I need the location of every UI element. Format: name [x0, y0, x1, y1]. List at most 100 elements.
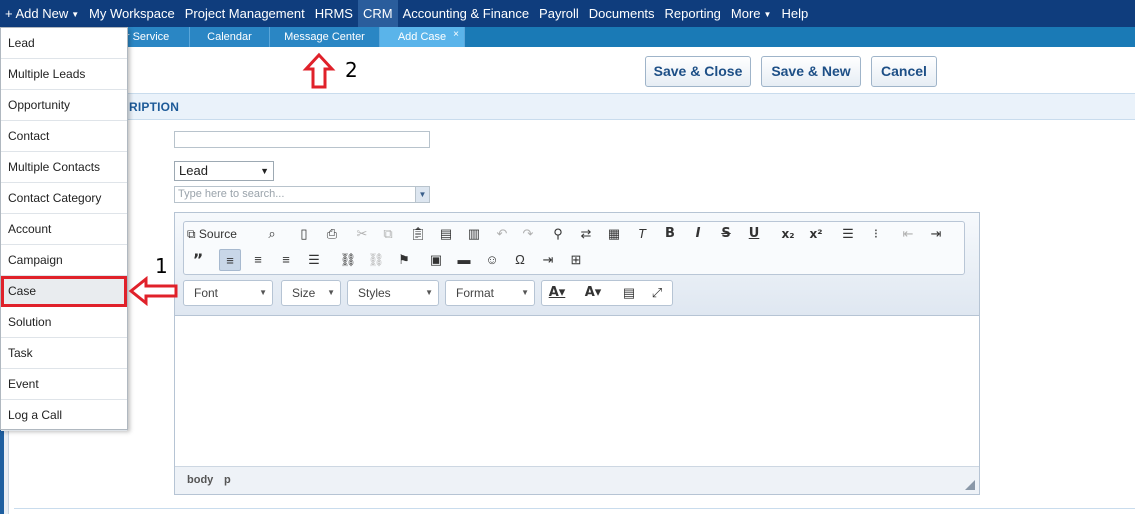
- nav-hrms[interactable]: HRMS: [310, 0, 358, 27]
- menu-item-campaign[interactable]: Campaign: [1, 245, 127, 276]
- related-type-select[interactable]: Lead ▼: [174, 161, 274, 181]
- table-icon[interactable]: ⊞: [565, 249, 587, 271]
- cancel-button[interactable]: Cancel: [871, 56, 937, 87]
- find-icon[interactable]: ⚲: [547, 223, 569, 245]
- underline-icon[interactable]: U: [743, 223, 765, 245]
- menu-item-opportunity[interactable]: Opportunity: [1, 90, 127, 121]
- nav-accounting-finance[interactable]: Accounting & Finance: [398, 0, 534, 27]
- divider: [14, 508, 1135, 509]
- menu-item-lead[interactable]: Lead: [1, 28, 127, 59]
- styles-select[interactable]: Styles ▼: [347, 280, 439, 306]
- nav-help[interactable]: Help: [776, 0, 813, 27]
- save-close-button[interactable]: Save & Close: [645, 56, 751, 87]
- align-left-icon[interactable]: ≡: [219, 249, 241, 271]
- italic-icon[interactable]: I: [687, 223, 709, 245]
- show-blocks-icon[interactable]: ▤: [618, 282, 640, 304]
- special-char-icon[interactable]: Ω: [509, 249, 531, 271]
- chevron-down-icon: ▼: [260, 166, 269, 176]
- nav-payroll[interactable]: Payroll: [534, 0, 584, 27]
- chevron-down-icon: ▼: [71, 10, 80, 20]
- remove-format-icon[interactable]: T: [631, 223, 653, 245]
- nav-my-workspace[interactable]: My Workspace: [84, 0, 180, 27]
- menu-item-multiple-contacts[interactable]: Multiple Contacts: [1, 152, 127, 183]
- image-icon[interactable]: ▣: [425, 249, 447, 271]
- editor-content-area[interactable]: [175, 317, 979, 467]
- outdent-icon[interactable]: ⇤: [897, 223, 919, 245]
- subscript-icon[interactable]: x₂: [777, 223, 799, 245]
- menu-item-multiple-leads[interactable]: Multiple Leads: [1, 59, 127, 90]
- bulleted-list-icon[interactable]: ⁝: [865, 223, 887, 245]
- sub-tabs: er Service Calendar Message Center Add C…: [0, 27, 1135, 47]
- close-icon[interactable]: ×: [453, 25, 459, 45]
- blockquote-icon[interactable]: ”: [187, 249, 209, 271]
- anchor-flag-icon[interactable]: ⚑: [393, 249, 415, 271]
- add-new-menu[interactable]: + Add New ▼: [0, 0, 84, 27]
- paste-text-icon[interactable]: ▥: [463, 223, 485, 245]
- tab-add-case-label: Add Case: [397, 31, 447, 43]
- subject-input[interactable]: [174, 131, 430, 148]
- indent-icon[interactable]: ⇥: [925, 223, 947, 245]
- align-center-icon[interactable]: ≡: [247, 249, 269, 271]
- styles-label: Styles: [358, 286, 391, 300]
- menu-item-contact[interactable]: Contact: [1, 121, 127, 152]
- path-body[interactable]: body: [187, 474, 213, 486]
- menu-item-solution[interactable]: Solution: [1, 307, 127, 338]
- nav-more[interactable]: More ▼: [726, 0, 777, 27]
- preview-icon[interactable]: ⌕: [261, 223, 283, 245]
- chevron-down-icon: ▼: [425, 288, 433, 297]
- justify-icon[interactable]: ☰: [303, 249, 325, 271]
- menu-item-event[interactable]: Event: [1, 369, 127, 400]
- chevron-down-icon: ▼: [763, 10, 772, 20]
- select-all-icon[interactable]: ▦: [603, 223, 625, 245]
- paste-icon[interactable]: 📋︎: [407, 223, 429, 245]
- nav-more-label: More: [730, 6, 761, 21]
- print-icon[interactable]: ⎙: [321, 223, 343, 245]
- tab-message-center[interactable]: Message Center: [270, 27, 380, 47]
- nav-crm[interactable]: CRM: [357, 0, 398, 27]
- save-new-button[interactable]: Save & New: [761, 56, 861, 87]
- smiley-icon[interactable]: ☺: [481, 249, 503, 271]
- tab-calendar[interactable]: Calendar: [190, 27, 270, 47]
- nav-project-management[interactable]: Project Management: [180, 0, 310, 27]
- undo-icon[interactable]: ↶: [491, 223, 513, 245]
- size-select[interactable]: Size ▼: [281, 280, 341, 306]
- chevron-down-icon[interactable]: ▼: [415, 187, 429, 202]
- tab-add-case[interactable]: Add Case ×: [380, 27, 465, 47]
- format-select[interactable]: Format ▼: [445, 280, 535, 306]
- link-icon[interactable]: ⛓: [337, 249, 359, 271]
- bold-icon[interactable]: B: [659, 223, 681, 245]
- source-button[interactable]: ⧉ Source: [187, 223, 237, 245]
- font-select[interactable]: Font ▼: [183, 280, 273, 306]
- menu-item-task[interactable]: Task: [1, 338, 127, 369]
- size-label: Size: [292, 286, 316, 300]
- copy-icon[interactable]: ⧉: [377, 223, 399, 245]
- superscript-icon[interactable]: x²: [805, 223, 827, 245]
- menu-item-account[interactable]: Account: [1, 214, 127, 245]
- nav-reporting[interactable]: Reporting: [660, 0, 726, 27]
- strikethrough-icon[interactable]: S: [715, 223, 737, 245]
- menu-item-case[interactable]: Case: [1, 276, 127, 307]
- numbered-list-icon[interactable]: ☰: [837, 223, 859, 245]
- search-placeholder: Type here to search...: [178, 188, 285, 200]
- background-color-icon[interactable]: A▾: [582, 282, 604, 304]
- section-title: RIPTION: [129, 100, 180, 114]
- related-search-input[interactable]: Type here to search... ▼: [174, 186, 430, 203]
- nav-documents[interactable]: Documents: [584, 0, 660, 27]
- text-color-icon[interactable]: A▾: [546, 282, 568, 304]
- paste-word-icon[interactable]: ▤: [435, 223, 457, 245]
- maximize-icon[interactable]: ⤢: [646, 282, 668, 304]
- path-p[interactable]: p: [224, 474, 231, 486]
- top-nav: + Add New ▼ My Workspace Project Manageme…: [0, 0, 1135, 27]
- replace-icon[interactable]: ⇄: [575, 223, 597, 245]
- redo-icon[interactable]: ↷: [517, 223, 539, 245]
- align-right-icon[interactable]: ≡: [275, 249, 297, 271]
- horizontal-rule-icon[interactable]: ▬: [453, 249, 475, 271]
- page-break-icon[interactable]: ⇥: [537, 249, 559, 271]
- cut-icon[interactable]: ✂: [351, 223, 373, 245]
- menu-item-contact-category[interactable]: Contact Category: [1, 183, 127, 214]
- source-label: Source: [198, 227, 237, 241]
- new-page-icon[interactable]: ▯: [293, 223, 315, 245]
- unlink-icon[interactable]: ⛓: [365, 249, 387, 271]
- resize-handle-icon[interactable]: [965, 480, 975, 490]
- menu-item-log-a-call[interactable]: Log a Call: [1, 400, 127, 431]
